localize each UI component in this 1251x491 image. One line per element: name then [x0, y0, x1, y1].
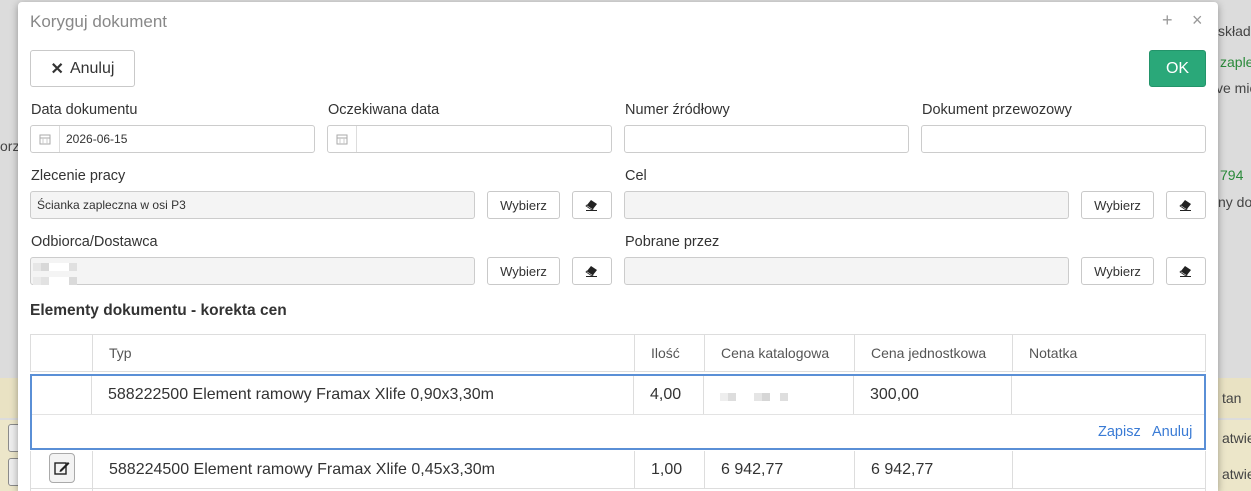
source-number-input[interactable]	[624, 125, 909, 153]
edit-icon	[54, 462, 70, 475]
date-label: Data dokumentu	[31, 102, 138, 118]
work-order-clear-button[interactable]	[572, 191, 612, 219]
recipient-label: Odbiorca/Dostawca	[31, 234, 158, 250]
recipient-choose-button[interactable]: Wybierz	[487, 257, 560, 285]
calendar-icon[interactable]	[31, 126, 60, 152]
eraser-icon	[585, 200, 597, 211]
calendar-icon[interactable]	[328, 126, 357, 152]
transport-document-label: Dokument przewozowy	[922, 102, 1072, 118]
table-header: Typ Ilość Cena katalogowa Cena jednostko…	[30, 334, 1206, 372]
collected-by-label: Pobrane przez	[625, 234, 720, 250]
edit-row-actions	[32, 376, 92, 414]
x-icon: ✕	[50, 60, 64, 78]
edit-row-button[interactable]	[49, 453, 75, 483]
bg-text: atwie	[1222, 430, 1251, 446]
row-quantity: 1,00	[635, 451, 705, 488]
editing-row: 588222500 Element ramowy Framax Xlife 0,…	[30, 374, 1206, 450]
work-order-input[interactable]: Ścianka zapleczna w osi P3	[30, 191, 475, 219]
edit-row-note[interactable]	[1012, 376, 1204, 414]
expand-icon[interactable]: +	[1162, 10, 1173, 31]
document-date-input[interactable]: 2026-06-15	[30, 125, 315, 153]
bg-text: zaple	[1220, 54, 1251, 70]
correct-document-dialog: Koryguj dokument + × ✕ Anuluj OK Data do…	[18, 2, 1218, 491]
close-icon[interactable]: ×	[1192, 10, 1203, 31]
document-date-value: 2026-06-15	[66, 132, 128, 146]
eraser-icon	[1179, 200, 1191, 211]
recipient-input[interactable]	[30, 257, 475, 285]
edit-row-unit-price[interactable]: 300,00	[854, 376, 1012, 414]
table-row: 588224500 Element ramowy Framax Xlife 0,…	[30, 451, 1206, 489]
header-catalog-price[interactable]: Cena katalogowa	[705, 335, 855, 371]
row-note	[1013, 451, 1207, 488]
bg-text: tan	[1222, 390, 1242, 406]
row-catalog-price: 6 942,77	[705, 451, 855, 488]
redacted-pixels	[33, 260, 77, 288]
ok-button[interactable]: OK	[1149, 50, 1206, 87]
cancel-button[interactable]: ✕ Anuluj	[30, 50, 135, 87]
row-unit-price: 6 942,77	[855, 451, 1013, 488]
eraser-icon	[1179, 266, 1191, 277]
work-order-choose-button[interactable]: Wybierz	[487, 191, 560, 219]
goal-choose-button[interactable]: Wybierz	[1081, 191, 1154, 219]
header-unit-price[interactable]: Cena jednostkowa	[855, 335, 1013, 371]
eraser-icon	[585, 266, 597, 277]
cancel-label: Anuluj	[69, 59, 115, 77]
header-type[interactable]: Typ	[93, 335, 635, 371]
row-actions	[31, 451, 93, 488]
bg-text: ve mie	[1216, 80, 1251, 96]
edit-row-catalog-price	[704, 376, 854, 414]
recipient-clear-button[interactable]	[572, 257, 612, 285]
bg-text: orz	[0, 138, 20, 154]
bg-text: 794	[1220, 167, 1244, 183]
expected-date-label: Oczekiwana data	[328, 102, 440, 118]
collected-by-choose-button[interactable]: Wybierz	[1081, 257, 1154, 285]
goal-clear-button[interactable]	[1166, 191, 1206, 219]
collected-by-clear-button[interactable]	[1166, 257, 1206, 285]
header-actions	[31, 335, 93, 371]
collected-by-input[interactable]	[624, 257, 1069, 285]
header-quantity[interactable]: Ilość	[635, 335, 705, 371]
cancel-link[interactable]: Anuluj	[1152, 424, 1192, 440]
edit-row-quantity[interactable]: 4,00	[634, 376, 704, 414]
bg-text: ny dol	[1218, 194, 1251, 210]
edit-row-type: 588222500 Element ramowy Framax Xlife 0,…	[92, 376, 634, 414]
bg-text: atwie	[1222, 466, 1251, 482]
work-order-label: Zlecenie pracy	[31, 168, 126, 184]
goal-label: Cel	[625, 168, 647, 184]
source-number-label: Numer źródłowy	[625, 102, 730, 118]
goal-input[interactable]	[624, 191, 1069, 219]
redacted-pixels	[720, 388, 788, 406]
bg-text: składe	[1218, 23, 1251, 39]
transport-document-input[interactable]	[921, 125, 1206, 153]
section-title: Elementy dokumentu - korekta cen	[30, 302, 287, 319]
header-note[interactable]: Notatka	[1013, 335, 1207, 371]
expected-date-input[interactable]	[327, 125, 612, 153]
dialog-title: Koryguj dokument	[30, 12, 168, 31]
save-link[interactable]: Zapisz	[1098, 424, 1141, 440]
row-type: 588224500 Element ramowy Framax Xlife 0,…	[93, 451, 635, 488]
work-order-value: Ścianka zapleczna w osi P3	[37, 198, 186, 212]
